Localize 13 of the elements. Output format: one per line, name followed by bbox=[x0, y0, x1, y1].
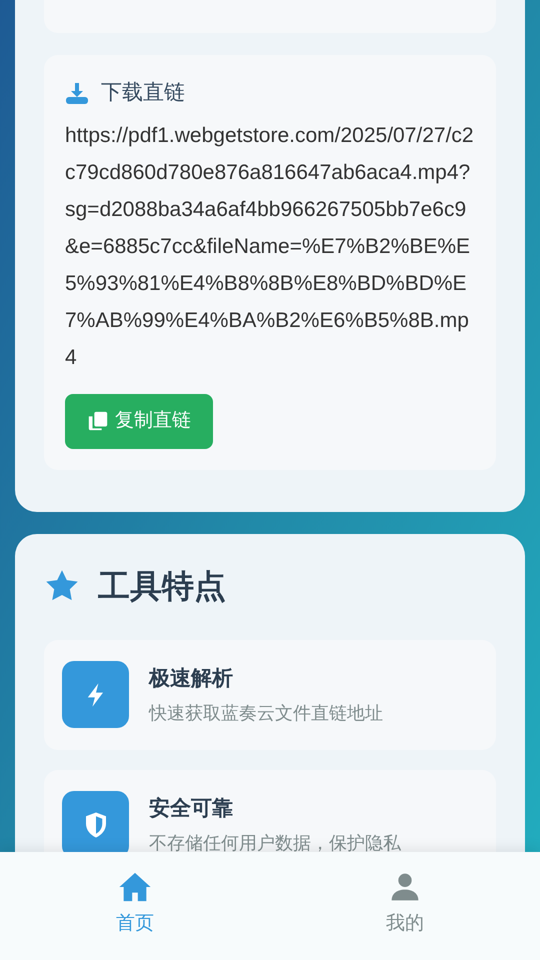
nav-tab[interactable]: 首页 bbox=[0, 852, 270, 960]
copy-icon bbox=[87, 410, 109, 432]
feature-description: 不存储任何用户数据，保护隐私 bbox=[149, 832, 401, 854]
feature-title: 极速解析 bbox=[149, 666, 234, 692]
download-title: 下载直链 bbox=[101, 80, 185, 106]
download-url: https://pdf1.webgetstore.com/2025/07/27/c2c79cd860d780e876a816647ab6aca4.mp4?sg=d2088ba34a6af4bb966267505bb7e6c9&e=6885c7cc&fileName=%E7%B2%BE%E5%93%81%E4%B8%8B%E8%BD%BD%E7%AB%99%E4%BA%B2%E6%B5%8B.mp4 bbox=[65, 122, 475, 370]
copy-link-button[interactable]: 复制直链 bbox=[65, 394, 213, 448]
download-icon bbox=[65, 80, 89, 105]
home-icon bbox=[117, 870, 153, 904]
feature-title: 安全可靠 bbox=[149, 796, 234, 822]
feature-description: 快速获取蓝奏云文件直链地址 bbox=[149, 702, 383, 724]
nav-tab[interactable]: 我的 bbox=[270, 852, 540, 960]
features-title: 工具特点 bbox=[98, 566, 226, 606]
